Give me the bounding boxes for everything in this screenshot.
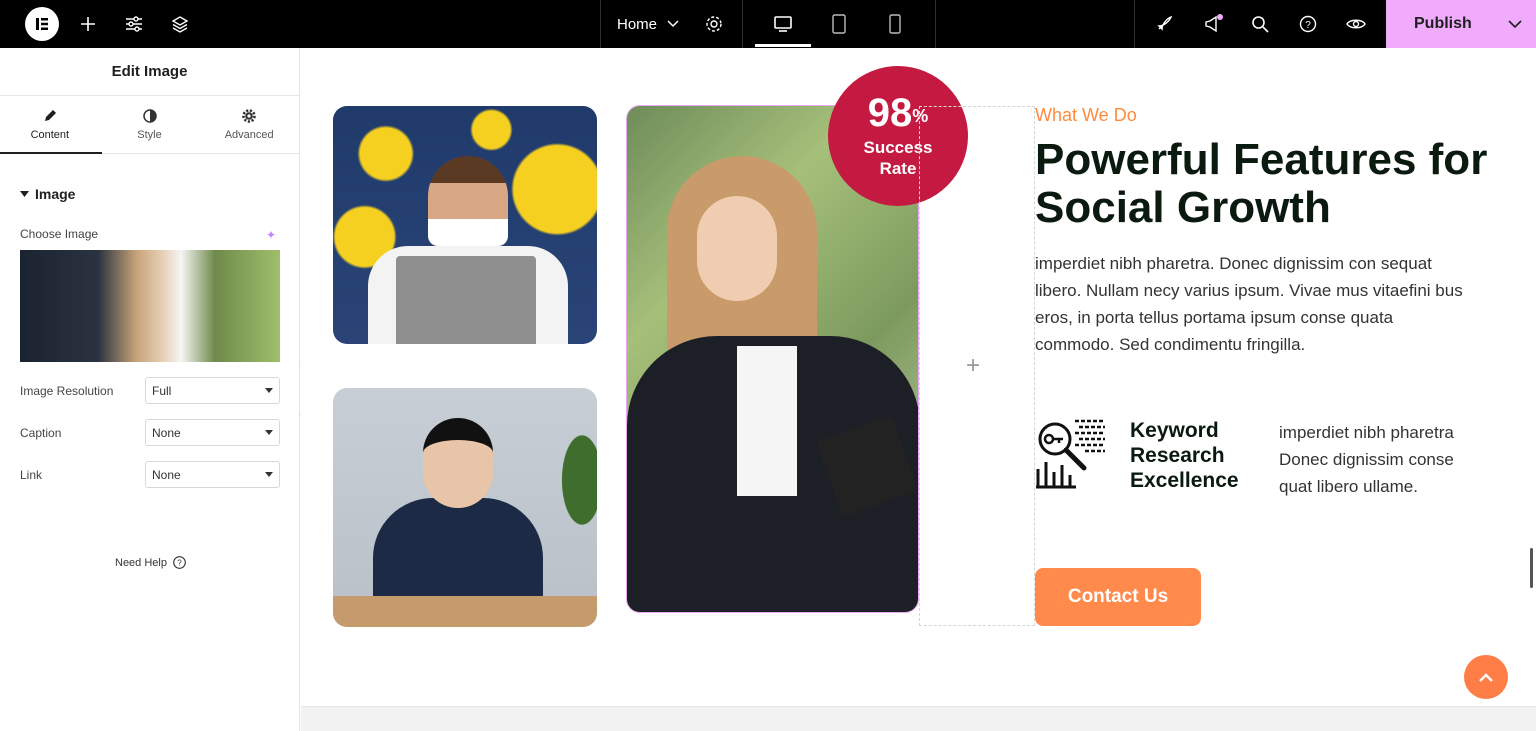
desktop-icon[interactable]	[770, 0, 796, 48]
select-value: None	[152, 467, 181, 482]
field-label: Image Resolution	[20, 384, 114, 398]
photo-detail	[697, 196, 777, 301]
elementor-logo-icon[interactable]	[24, 0, 60, 48]
ai-sparkle-icon[interactable]: ✦	[266, 228, 276, 242]
sliders-icon[interactable]	[122, 0, 146, 48]
eye-icon[interactable]	[1344, 0, 1368, 48]
publish-label: Publish	[1414, 15, 1472, 32]
top-bar: Home ? Publish	[0, 0, 1536, 48]
divider	[600, 0, 601, 48]
photo-detail	[333, 596, 597, 627]
section-title: Image	[35, 186, 76, 202]
search-icon[interactable]	[1248, 0, 1272, 48]
svg-text:?: ?	[177, 559, 182, 568]
choose-image-label: Choose Image	[20, 227, 99, 241]
select-value: None	[152, 425, 181, 440]
divider	[935, 0, 936, 48]
canvas-footer-strip	[301, 706, 1536, 731]
photo-detail	[547, 428, 597, 558]
need-help-label: Need Help	[115, 556, 167, 569]
caret-down-icon	[265, 388, 273, 393]
scrollbar-thumb[interactable]	[1530, 548, 1533, 588]
rocket-icon[interactable]	[1152, 0, 1176, 48]
plus-icon[interactable]	[76, 0, 100, 48]
caret-down-icon	[265, 472, 273, 477]
photo-detail	[428, 156, 508, 246]
tab-label: Content	[30, 128, 70, 141]
device-active-indicator	[755, 44, 811, 47]
svg-text:?: ?	[1305, 20, 1311, 31]
settings-gear-icon[interactable]	[702, 0, 726, 48]
divider	[1134, 0, 1135, 48]
page-selector-label: Home	[617, 15, 658, 33]
need-help-link[interactable]: Need Help ?	[115, 556, 186, 569]
photo-detail	[423, 418, 493, 508]
section-eyebrow: What We Do	[1035, 105, 1137, 125]
tab-advanced[interactable]: Advanced	[199, 96, 299, 153]
link-select[interactable]: None	[145, 461, 280, 488]
feature-text: imperdiet nibh pharetra Donec dignissim …	[1279, 423, 1454, 496]
photo-man-with-laptop[interactable]	[333, 106, 597, 344]
photo-detail	[396, 256, 536, 344]
tab-label: Style	[137, 128, 162, 141]
scroll-to-top-button[interactable]	[1464, 655, 1508, 699]
caption-select[interactable]: None	[145, 419, 280, 446]
add-widget-plus-icon[interactable]: +	[966, 352, 980, 380]
caret-down-icon	[20, 191, 29, 197]
image-preview[interactable]	[20, 250, 280, 362]
panel-title: Edit Image	[0, 48, 299, 96]
megaphone-icon[interactable]	[1201, 0, 1225, 48]
field-label: Caption	[20, 426, 62, 440]
select-value: Full	[152, 383, 172, 398]
feature-title: Keyword Research Excellence	[1130, 419, 1239, 492]
help-icon[interactable]: ?	[1296, 0, 1320, 48]
keyword-research-icon	[1036, 419, 1105, 489]
tab-style[interactable]: Style	[100, 96, 200, 153]
half-circle-icon	[142, 108, 157, 123]
caret-down-icon	[265, 430, 273, 435]
chevron-down-icon	[667, 20, 679, 28]
photo-detail	[737, 346, 797, 496]
field-label: Link	[20, 468, 43, 482]
gear-icon	[242, 108, 256, 123]
chevron-down-icon[interactable]	[1508, 19, 1522, 29]
editor-panel: Edit Image Content Style Advanced Image …	[0, 48, 300, 731]
publish-button[interactable]: Publish	[1386, 0, 1536, 48]
badge-number: 98	[867, 91, 913, 135]
panel-tabs: Content Style Advanced	[0, 96, 299, 154]
tab-label: Advanced	[224, 128, 274, 141]
divider	[742, 0, 743, 48]
image-resolution-select[interactable]: Full	[145, 377, 280, 404]
tablet-icon[interactable]	[826, 0, 852, 48]
section-heading: Powerful Features for Social Growth	[1035, 135, 1488, 232]
photo-support-agent[interactable]	[333, 388, 597, 627]
chevron-up-icon	[1479, 672, 1493, 682]
pencil-icon	[44, 109, 56, 121]
mobile-icon[interactable]	[882, 0, 908, 48]
contact-us-button[interactable]: Contact Us	[1035, 568, 1201, 626]
layers-icon[interactable]	[168, 0, 192, 48]
help-icon: ?	[173, 556, 186, 569]
section-paragraph: imperdiet nibh pharetra. Donec dignissim…	[1035, 254, 1463, 354]
page-selector[interactable]: Home	[617, 0, 679, 48]
tab-content[interactable]: Content	[0, 96, 100, 153]
section-toggle-image[interactable]: Image	[20, 186, 75, 202]
active-tab-indicator	[0, 152, 102, 154]
